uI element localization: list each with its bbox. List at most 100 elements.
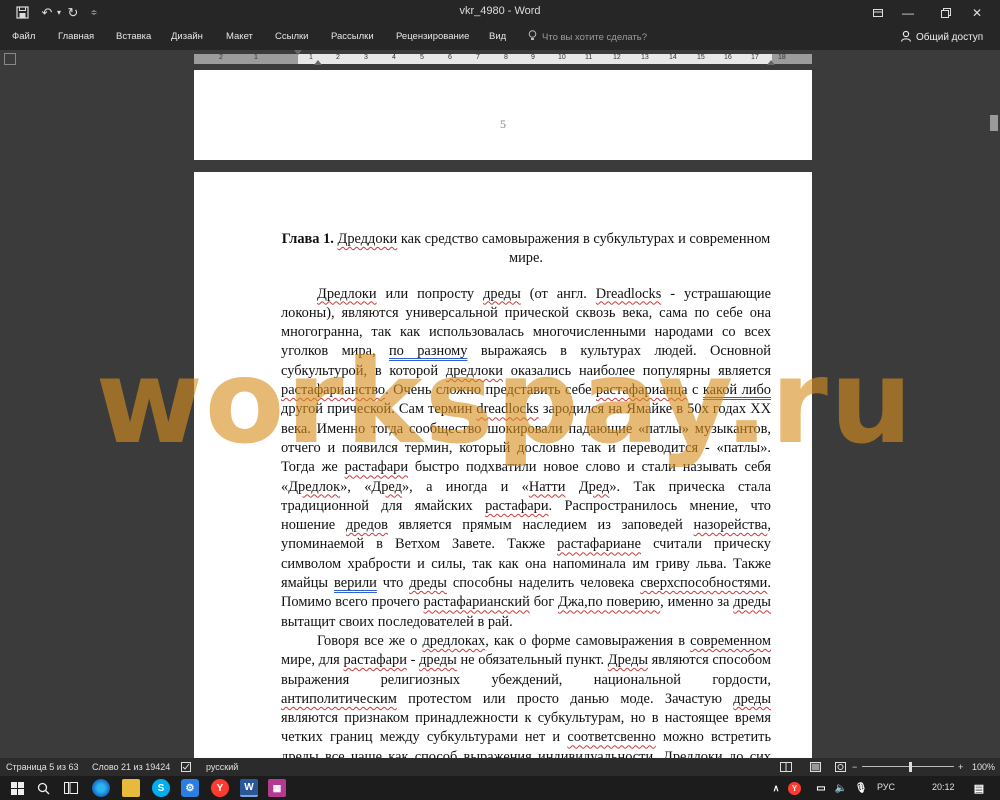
yandex-browser-icon[interactable]: Y (211, 779, 229, 797)
ruler-tick: 18 (778, 54, 786, 61)
ruler-tick: 1 (254, 54, 258, 61)
input-language[interactable]: РУС (877, 782, 895, 792)
zoom-out-button[interactable]: − (852, 762, 857, 772)
paragraph-2: Говоря все же о дредлоках, как о форме с… (281, 632, 771, 758)
read-mode-icon[interactable] (780, 762, 792, 774)
ribbon-tabs: Файл Главная Вставка Дизайн Макет Ссылки… (0, 25, 1000, 50)
tab-layout[interactable]: Макет (226, 31, 253, 42)
page-indicator[interactable]: Страница 5 из 63 (6, 762, 78, 772)
flagged-word: растафари (343, 652, 407, 669)
web-layout-icon[interactable] (835, 762, 846, 774)
text-run: , именно за (660, 594, 734, 611)
microphone-icon[interactable]: 🎙 (852, 779, 870, 797)
flagged-word: Натти (528, 478, 566, 495)
ruler-tick: 7 (476, 54, 480, 61)
network-icon[interactable]: ▭ (812, 779, 830, 797)
tray-yandex-icon[interactable]: Y (788, 782, 801, 795)
ruler-tick: 10 (558, 54, 566, 61)
ruler-tick: 6 (448, 54, 452, 61)
share-label: Общий доступ (916, 32, 984, 43)
ruler-tick: 17 (751, 54, 759, 61)
ruler-tick: 14 (669, 54, 677, 61)
text-run: что (376, 575, 410, 592)
horizontal-ruler[interactable]: 2 1 1 2 3 4 5 6 7 8 9 10 11 12 13 14 15 … (194, 50, 812, 65)
text-run: (от англ. (520, 285, 596, 302)
zoom-level[interactable]: 100% (972, 762, 995, 772)
ruler-tick: 5 (420, 54, 424, 61)
flagged-word: антиполитическим (281, 690, 397, 707)
tray-chevron-icon[interactable]: ∧ (767, 779, 785, 797)
heading-word: Дреддоки (337, 231, 398, 247)
file-explorer-icon[interactable] (122, 779, 140, 797)
document-page[interactable]: Глава 1. Дреддоки как средство самовыраж… (194, 172, 812, 758)
word-app-icon[interactable]: W (240, 779, 258, 797)
tab-home[interactable]: Главная (58, 31, 94, 42)
search-icon[interactable] (34, 779, 52, 797)
notifications-icon[interactable]: ▤ (970, 779, 988, 797)
proofing-icon[interactable] (181, 762, 193, 774)
text-run: все чаще как способ выражения индивидуал… (318, 748, 664, 758)
ruler-tick: 1 (309, 54, 313, 61)
tab-review[interactable]: Рецензирование (396, 31, 469, 42)
person-icon (900, 30, 912, 45)
flagged-word: Дредлоки (663, 748, 723, 758)
tab-file[interactable]: Файл (12, 31, 35, 42)
ruler-tick: 2 (219, 54, 223, 61)
start-icon[interactable] (8, 779, 26, 797)
word-count[interactable]: Слово 21 из 19424 (92, 762, 170, 772)
text-run: или попросту (376, 285, 484, 302)
edge-browser-icon[interactable] (92, 779, 110, 797)
left-indent-marker[interactable] (314, 60, 322, 65)
tab-selector-button[interactable] (4, 53, 16, 65)
flagged-word: растафарианский (423, 594, 530, 611)
volume-icon[interactable]: 🔈 (832, 779, 850, 797)
ruler-tick: 15 (697, 54, 705, 61)
flagged-word: дредлоках (422, 632, 486, 649)
tab-references[interactable]: Ссылки (275, 31, 308, 42)
document-body[interactable]: Глава 1. Дреддоки как средство самовыраж… (281, 230, 771, 758)
zoom-slider[interactable] (862, 766, 954, 767)
text-run: другой прической. Сам термин (281, 401, 477, 418)
close-button[interactable]: ✕ (954, 0, 1000, 25)
tab-insert[interactable]: Вставка (116, 31, 151, 42)
window-title: vkr_4980 - Word (459, 5, 541, 17)
vertical-scrollbar[interactable] (988, 68, 1000, 758)
zoom-in-button[interactable]: + (958, 762, 963, 772)
chapter-heading: Глава 1. Дреддоки как средство самовыраж… (281, 230, 771, 269)
flagged-word: дреды (733, 690, 771, 707)
text-run: Говоря все же о (317, 632, 423, 649)
flagged-word: Дредлоки (317, 285, 377, 302)
page-number: 5 (500, 117, 506, 131)
clock[interactable]: 20:12 (932, 782, 955, 792)
scrollbar-thumb[interactable] (990, 115, 998, 131)
skype-icon[interactable]: S (152, 779, 170, 797)
flagged-word: дреды (483, 285, 521, 302)
flagged-word: дреды (733, 594, 771, 611)
tab-view[interactable]: Вид (489, 31, 506, 42)
archiver-icon[interactable]: ▦ (268, 779, 286, 797)
task-view-icon[interactable] (62, 779, 80, 797)
ruler-row: 2 1 1 2 3 4 5 6 7 8 9 10 11 12 13 14 15 … (0, 50, 1000, 68)
text-run: . Очень сложно представить себе (385, 382, 596, 399)
zoom-slider-knob[interactable] (909, 762, 912, 772)
flagged-word: растафарианство (281, 382, 386, 399)
ruler-left-margin (194, 54, 298, 64)
flagged-word: дредлоки (445, 362, 503, 379)
text-run: можно встретить (655, 729, 772, 746)
heading-text: как средство самовыражения в субкультура… (397, 231, 771, 267)
language-indicator[interactable]: русский (206, 762, 238, 772)
text-run: с (687, 382, 703, 399)
tab-mailings[interactable]: Рассылки (331, 31, 374, 42)
text-run: - (406, 652, 420, 669)
text-run: способны наделить человека (446, 575, 641, 592)
heading-chapter-number: Глава 1. (281, 231, 334, 247)
flagged-word: по разному (388, 343, 468, 360)
flagged-word: Джа,по поверию (558, 594, 661, 611)
app-icon[interactable]: ⚙ (181, 779, 199, 797)
share-button[interactable]: Общий доступ (900, 30, 983, 45)
tell-me-box[interactable]: Что вы хотите сделать? (528, 30, 647, 44)
flagged-word: дреды (419, 652, 457, 669)
tab-design[interactable]: Дизайн (171, 31, 203, 42)
text-run: , как о форме самовыражения в (485, 632, 691, 649)
print-layout-icon[interactable] (810, 762, 821, 774)
